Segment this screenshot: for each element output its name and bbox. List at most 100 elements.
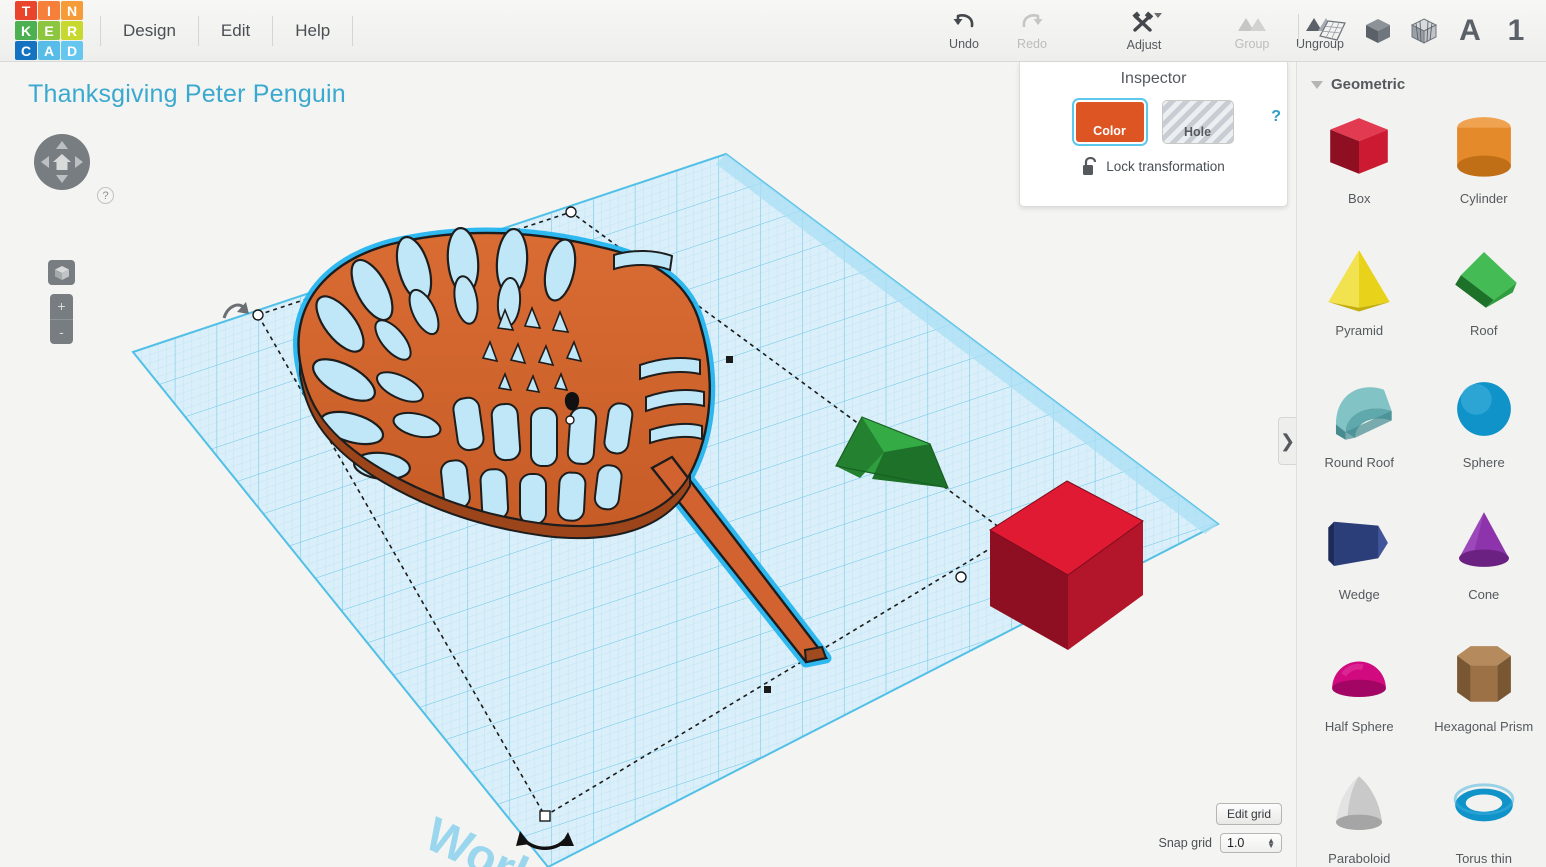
- workplane-grid-icon: [1319, 20, 1346, 41]
- hole-swatch-button[interactable]: Hole: [1161, 100, 1234, 144]
- shape-label: Paraboloid: [1328, 851, 1391, 866]
- edge-handle: [764, 686, 771, 693]
- shape-label: Cone: [1468, 587, 1500, 602]
- wireframe-cube-icon: [1410, 18, 1438, 44]
- color-label: Color: [1093, 124, 1126, 138]
- unlock-padlock-icon: [1083, 157, 1097, 175]
- color-swatch-button[interactable]: Color: [1073, 100, 1146, 144]
- number-tool-button[interactable]: 1: [1495, 7, 1537, 55]
- fit-view-button[interactable]: [48, 260, 75, 285]
- snap-grid-label: Snap grid: [1158, 836, 1212, 850]
- shape-label: Roof: [1470, 323, 1498, 338]
- divider: [352, 15, 354, 46]
- view-navigation-widget[interactable]: [34, 134, 90, 190]
- shape-item-wedge[interactable]: Wedge: [1297, 499, 1422, 619]
- logo-tile-k: K: [15, 21, 37, 40]
- shape-label: Sphere: [1462, 455, 1505, 470]
- chevron-down-icon[interactable]: [1154, 13, 1162, 18]
- panel-collapse-button[interactable]: ❯: [1278, 417, 1296, 465]
- solid-cube-button[interactable]: [1357, 7, 1399, 55]
- inspector-title: Inspector: [1120, 70, 1187, 87]
- resize-handle: [955, 571, 967, 583]
- sphere-shape-icon: [1456, 382, 1511, 436]
- group-mountains-icon: [1238, 17, 1266, 31]
- logo-tile-e: E: [38, 21, 60, 40]
- hexagonal-prism-shape-icon: [1456, 646, 1511, 702]
- divider: [1298, 14, 1299, 48]
- redo-arrow-icon: [1022, 13, 1043, 27]
- shape-grid: Box Cylinder Pyramid Roof Round Roof Sph…: [1297, 103, 1546, 867]
- zoom-controls[interactable]: + -: [50, 294, 73, 344]
- inspector-help-icon[interactable]: ?: [1271, 108, 1281, 126]
- lock-transformation-row[interactable]: Lock transformation: [1020, 157, 1287, 176]
- inspector-panel: Inspector Color Hole ? Lock transformati…: [1019, 62, 1288, 207]
- library-category-header[interactable]: Geometric: [1297, 62, 1546, 103]
- undo-arrow-icon: [953, 13, 974, 27]
- favorites-button[interactable]: ★: [1541, 7, 1546, 55]
- cone-shape-icon: [1458, 512, 1509, 567]
- shape-item-cone[interactable]: Cone: [1422, 499, 1546, 619]
- page-title[interactable]: Thanksgiving Peter Penguin: [28, 80, 346, 109]
- undo-button[interactable]: Undo: [930, 0, 998, 62]
- home-icon[interactable]: [52, 153, 72, 171]
- shape-item-roof[interactable]: Roof: [1422, 235, 1546, 355]
- library-category-label: Geometric: [1331, 76, 1406, 93]
- shape-item-cylinder[interactable]: Cylinder: [1422, 103, 1546, 223]
- menu-edit-label: Edit: [220, 20, 251, 40]
- chevron-down-icon[interactable]: [1311, 80, 1323, 89]
- roof-shape-icon: [1454, 252, 1517, 308]
- resize-handle: [539, 810, 551, 822]
- shape-item-hexagonal-prism[interactable]: Hexagonal Prism: [1422, 631, 1546, 751]
- edit-grid-button[interactable]: Edit grid: [1215, 803, 1282, 825]
- pan-up-arrow-icon[interactable]: [56, 141, 68, 149]
- hole-label: Hole: [1183, 125, 1212, 139]
- grid-controls: Edit grid Snap grid 1.0 ▲ ▼: [1158, 803, 1282, 853]
- adjust-button[interactable]: Adjust: [1110, 0, 1178, 62]
- shape-item-round-roof[interactable]: Round Roof: [1297, 367, 1422, 487]
- help-button[interactable]: ?: [97, 187, 114, 204]
- logo-tile-r: R: [61, 21, 83, 40]
- shape-item-box[interactable]: Box: [1297, 103, 1422, 223]
- shape-item-sphere[interactable]: Sphere: [1422, 367, 1546, 487]
- half-sphere-shape-icon: [1332, 661, 1387, 697]
- shape-item-pyramid[interactable]: Pyramid: [1297, 235, 1422, 355]
- shape-item-paraboloid[interactable]: Paraboloid: [1297, 763, 1422, 867]
- lock-transformation-label: Lock transformation: [1106, 159, 1225, 174]
- redo-label: Redo: [1017, 36, 1047, 51]
- shape-label: Wedge: [1338, 587, 1380, 602]
- inspector-swatch-row: Color Hole ?: [1020, 100, 1287, 144]
- stepper-arrows-icon[interactable]: ▲ ▼: [1267, 837, 1275, 850]
- wireframe-cube-button[interactable]: [1403, 7, 1445, 55]
- group-button[interactable]: Group: [1218, 0, 1286, 62]
- zoom-out-button[interactable]: -: [50, 320, 73, 345]
- menu-design-label: Design: [123, 20, 176, 40]
- shape-item-torus-thin[interactable]: Torus thin: [1422, 763, 1546, 867]
- menu-help-label: Help: [295, 20, 331, 40]
- zoom-in-button[interactable]: +: [50, 294, 73, 320]
- edge-handle: [726, 356, 733, 363]
- menu-edit[interactable]: Edit: [199, 0, 272, 62]
- round-roof-shape-icon: [1336, 387, 1392, 440]
- pan-right-arrow-icon[interactable]: [75, 156, 83, 168]
- shape-label: Box: [1348, 191, 1371, 206]
- cylinder-shape-icon: [1456, 117, 1511, 177]
- undo-label: Undo: [949, 36, 979, 51]
- text-tool-button[interactable]: A: [1449, 7, 1491, 55]
- pan-left-arrow-icon[interactable]: [41, 156, 49, 168]
- solid-cube-icon: [1366, 19, 1390, 43]
- redo-button[interactable]: Redo: [998, 0, 1066, 62]
- shape-label: Cylinder: [1459, 191, 1508, 206]
- pyramid-shape-icon: [1328, 250, 1390, 312]
- torus-thin-shape-icon: [1453, 783, 1514, 822]
- menu-help[interactable]: Help: [273, 0, 352, 62]
- workplane-button[interactable]: [1311, 7, 1353, 55]
- pan-down-arrow-icon[interactable]: [56, 175, 68, 183]
- snap-grid-select[interactable]: 1.0 ▲ ▼: [1220, 833, 1282, 853]
- shape-item-half-sphere[interactable]: Half Sphere: [1297, 631, 1422, 751]
- menu-design[interactable]: Design: [101, 0, 198, 62]
- adjust-label: Adjust: [1126, 37, 1162, 52]
- cube-fit-icon: [54, 265, 69, 280]
- shape-label: Torus thin: [1455, 851, 1512, 866]
- tinkercad-logo[interactable]: TIN KER CAD: [14, 0, 84, 62]
- view-tools-group: A 1 ★: [1290, 0, 1546, 62]
